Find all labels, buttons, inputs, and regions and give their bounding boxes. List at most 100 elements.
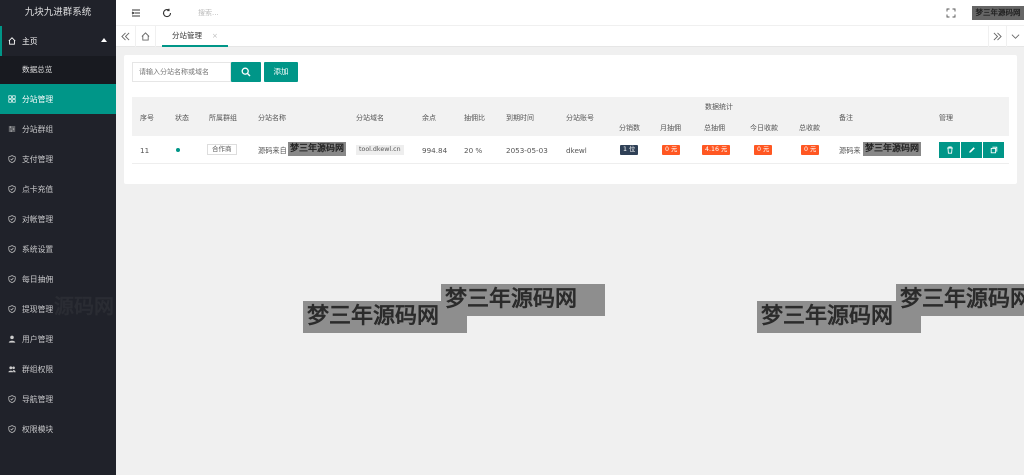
col-balance: 余点 [422, 114, 436, 122]
sidebar-item[interactable]: 支付管理 [0, 144, 116, 174]
col-sub-count: 分销数 [619, 124, 640, 132]
search-icon [241, 67, 251, 77]
col-group: 所属群组 [209, 114, 237, 122]
menu-fold-icon[interactable] [131, 8, 141, 18]
edit-button[interactable] [961, 142, 982, 158]
tab-label: 分站管理 [172, 31, 202, 40]
col-today: 今日收款 [750, 124, 778, 132]
shield-icon [8, 425, 16, 433]
cell-ratio: 20 % [464, 146, 483, 155]
grid-icon [8, 95, 16, 103]
col-name: 分站名称 [258, 114, 286, 122]
sidebar-item-label: 点卡充值 [22, 184, 54, 194]
col-remark: 备注 [839, 114, 853, 122]
home-icon [8, 37, 16, 45]
col-month: 月抽佣 [660, 124, 681, 132]
top-bar: 搜索... 梦三年源码网 [116, 0, 1024, 26]
col-stats: 数据统计 [705, 103, 733, 111]
shield-icon [8, 215, 16, 223]
cell-expire: 2053-05-03 [506, 146, 548, 155]
add-button[interactable]: 添加 [264, 62, 298, 82]
tab-home-icon[interactable] [136, 26, 156, 47]
sidebar-item-label: 导航管理 [22, 394, 54, 404]
tabs-scroll-left-icon[interactable] [116, 26, 136, 47]
sidebar-subitem-overview[interactable]: 数据总览 [0, 56, 116, 84]
sidebar-item[interactable]: 系统设置 [0, 234, 116, 264]
close-icon[interactable]: × [212, 32, 218, 40]
sidebar-item-label: 每日抽佣 [22, 274, 54, 284]
status-dot [176, 148, 180, 152]
user-menu[interactable]: 梦三年源码网 [972, 6, 1024, 20]
domain-tag: tool.dkewl.cn [356, 145, 404, 155]
sidebar-item-label: 系统设置 [22, 244, 54, 254]
col-id: 序号 [140, 114, 154, 122]
table-row: 11 合作商 源码来自 梦三年源码网 tool.dkewl.cn 994.84 … [132, 136, 1009, 164]
delete-button[interactable] [939, 142, 960, 158]
sidebar-item-label: 权限模块 [22, 424, 54, 434]
sidebar-item[interactable]: 群组权限 [0, 354, 116, 384]
today-badge: 0 元 [754, 145, 773, 155]
watermark: 梦三年源码网 [441, 284, 605, 316]
sidebar-item[interactable]: 分站群组 [0, 114, 116, 144]
watermark: 梦三年源码网 [896, 284, 1024, 316]
sidebar-item[interactable]: 导航管理 [0, 384, 116, 414]
watermark: 梦三年源码网 [288, 142, 347, 156]
col-manage: 管理 [939, 114, 953, 122]
col-total-recv: 总收款 [799, 124, 820, 132]
watermark: 梦三年源码网 [863, 142, 922, 156]
shield-icon [8, 275, 16, 283]
shield-icon [8, 245, 16, 253]
cell-name: 源码来自 [258, 146, 287, 155]
trash-icon [946, 146, 953, 154]
sidebar-item[interactable]: 分站管理 [0, 84, 116, 114]
search-button[interactable] [231, 62, 261, 82]
fullscreen-icon[interactable] [946, 8, 956, 18]
pencil-icon [968, 147, 975, 153]
tabs-scroll-right-icon[interactable] [988, 26, 1006, 47]
sidebar: 九块九进群系统 主页 数据总览 分站管理分站群组支付管理点卡充值对帐管理系统设置… [0, 0, 116, 475]
cell-balance: 994.84 [422, 146, 448, 155]
sidebar-item-label: 主页 [22, 36, 38, 46]
sidebar-item[interactable]: 点卡充值 [0, 174, 116, 204]
sliders-icon [8, 125, 16, 133]
table-header: 序号 状态 所属群组 分站名称 分站域名 余点 抽佣比 到期时间 分站账号 数据… [132, 97, 1009, 136]
total-recv-badge: 0 元 [801, 145, 820, 155]
cell-account: dkewl [566, 146, 587, 155]
site-search-input[interactable] [132, 62, 231, 82]
sidebar-item[interactable]: 用户管理 [0, 324, 116, 354]
chevron-up-icon [101, 38, 107, 42]
group-tag: 合作商 [207, 144, 237, 155]
sidebar-item-label: 提现管理 [22, 304, 54, 314]
top-search-input[interactable]: 搜索... [198, 8, 219, 18]
sidebar-item-label: 支付管理 [22, 154, 54, 164]
shield-icon [8, 395, 16, 403]
cell-remark: 源码来 [839, 146, 861, 155]
refresh-icon[interactable] [162, 8, 172, 18]
user-icon [8, 335, 16, 343]
col-expire: 到期时间 [506, 114, 534, 122]
col-account: 分站账号 [566, 114, 594, 122]
users-icon [8, 365, 16, 373]
sidebar-item[interactable]: 权限模块 [0, 414, 116, 444]
sidebar-item-label: 群组权限 [22, 364, 54, 374]
tab-site-management[interactable]: 分站管理 × [162, 26, 228, 47]
watermark-faint: 源码网 [54, 294, 114, 318]
tabs-bar: 分站管理 × [116, 26, 1024, 47]
sidebar-item-home[interactable]: 主页 [0, 26, 116, 56]
shield-icon [8, 305, 16, 313]
col-domain: 分站域名 [356, 114, 384, 122]
col-ratio: 抽佣比 [464, 114, 485, 122]
sidebar-item-label: 分站群组 [22, 124, 54, 134]
sidebar-item[interactable]: 对帐管理 [0, 204, 116, 234]
col-total-comm: 总抽佣 [704, 124, 725, 132]
sidebar-item-label: 对帐管理 [22, 214, 54, 224]
total-comm-badge: 4.16 元 [702, 145, 731, 155]
sidebar-item-label: 分站管理 [22, 94, 54, 104]
copy-button[interactable] [983, 142, 1004, 158]
shield-icon [8, 185, 16, 193]
shield-icon [8, 155, 16, 163]
month-badge: 0 元 [662, 145, 681, 155]
app-title: 九块九进群系统 [24, 7, 92, 18]
sub-count-badge: 1 位 [620, 145, 639, 155]
tabs-menu-chevron-down-icon[interactable] [1006, 26, 1024, 47]
